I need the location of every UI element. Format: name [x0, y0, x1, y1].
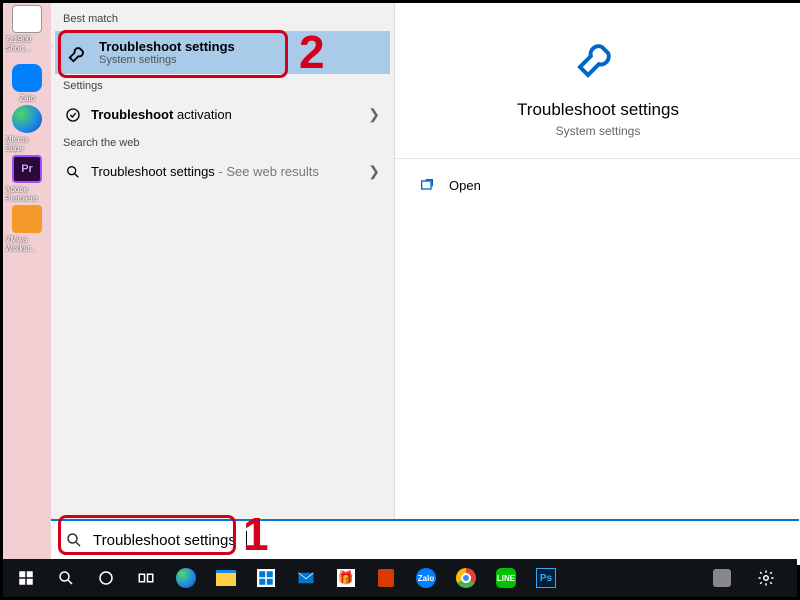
preview-title: Troubleshoot settings — [405, 100, 791, 120]
result-label: Troubleshoot activation — [91, 107, 232, 122]
result-troubleshoot-activation[interactable]: Troubleshoot activation ❯ — [51, 96, 394, 133]
taskbar-line[interactable]: LINE — [487, 561, 525, 595]
best-match-subtitle: System settings — [99, 54, 235, 66]
desktop-icon-vmware[interactable]: VMwa Workst... — [5, 205, 49, 253]
best-match-title: Troubleshoot settings — [99, 39, 235, 54]
annotation-number-2: 2 — [299, 25, 325, 79]
annotation-number-1: 1 — [243, 507, 269, 561]
desktop-icon-zalo[interactable]: Zalo — [5, 55, 49, 103]
taskbar-mail[interactable] — [287, 561, 325, 595]
section-search-web: Search the web — [51, 133, 394, 153]
section-best-match: Best match — [51, 9, 394, 29]
search-results-list: Best match Troubleshoot settings System … — [51, 3, 395, 565]
search-input-bar[interactable]: Troubleshoot settings — [51, 519, 799, 559]
open-label: Open — [449, 178, 481, 193]
cortana-button[interactable] — [87, 561, 125, 595]
taskbar-office[interactable] — [367, 561, 405, 595]
desktop-icon-label: Micros Edge — [5, 135, 49, 153]
taskbar-gift[interactable]: 🎁 — [327, 561, 365, 595]
start-search-panel: Best match Troubleshoot settings System … — [51, 3, 800, 565]
wrench-icon — [67, 42, 89, 64]
desktop-icon-label: Zalo — [19, 94, 35, 103]
task-view-button[interactable] — [127, 561, 165, 595]
taskbar-zalo[interactable]: Zalo — [407, 561, 445, 595]
open-action[interactable]: Open — [395, 159, 800, 211]
preview-subtitle: System settings — [405, 124, 791, 138]
start-button[interactable] — [7, 561, 45, 595]
taskbar-photoshop[interactable]: Ps — [527, 561, 565, 595]
desktop-background: 7z1900 Short... Zalo Micros Edge PrAdobe… — [3, 3, 797, 597]
check-circle-icon — [65, 107, 81, 123]
chevron-right-icon: ❯ — [368, 106, 380, 123]
search-preview-pane: Troubleshoot settings System settings Op… — [395, 3, 800, 565]
section-settings: Settings — [51, 76, 394, 96]
desktop-icon-premiere[interactable]: PrAdobe Premiere — [5, 155, 49, 203]
taskbar-search-button[interactable] — [47, 561, 85, 595]
desktop-icon-label: Adobe Premiere — [5, 185, 49, 203]
taskbar-explorer[interactable] — [207, 561, 245, 595]
desktop-icon-label: 7z1900 Short... — [5, 35, 49, 53]
desktop-icon-label: VMwa Workst... — [5, 235, 49, 253]
search-icon — [65, 164, 81, 180]
desktop-icon-edge[interactable]: Micros Edge — [5, 105, 49, 153]
taskbar-store[interactable] — [247, 561, 285, 595]
tray-settings-icon[interactable] — [747, 561, 785, 595]
open-icon — [419, 177, 435, 193]
result-web-search[interactable]: Troubleshoot settings - See web results … — [51, 153, 394, 190]
wrench-icon — [574, 33, 622, 81]
taskbar: 🎁 Zalo LINE Ps — [3, 559, 797, 597]
best-match-result[interactable]: Troubleshoot settings System settings — [55, 31, 390, 74]
chevron-right-icon: ❯ — [368, 163, 380, 180]
desktop-icon-strip: 7z1900 Short... Zalo Micros Edge PrAdobe… — [5, 5, 53, 255]
desktop-icon-7zip[interactable]: 7z1900 Short... — [5, 5, 49, 53]
tray-vmware-icon[interactable] — [703, 561, 741, 595]
result-label: Troubleshoot settings - See web results — [91, 164, 319, 179]
taskbar-edge[interactable] — [167, 561, 205, 595]
taskbar-chrome[interactable] — [447, 561, 485, 595]
